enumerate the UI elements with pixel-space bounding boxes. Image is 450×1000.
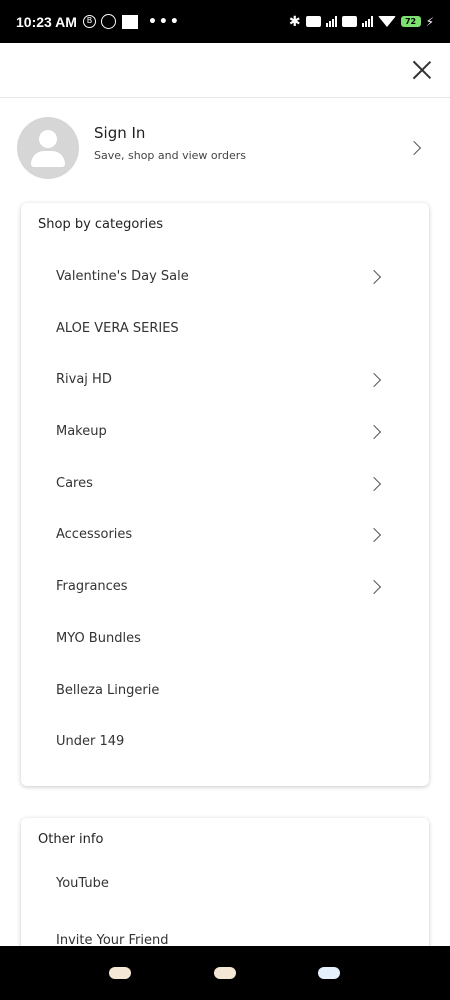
chevron-right-icon — [366, 580, 382, 595]
wifi-icon — [377, 16, 396, 27]
system-nav-bar — [0, 946, 450, 1000]
nav-recents-button[interactable] — [109, 967, 131, 979]
user-head-icon — [39, 130, 57, 148]
category-label: Fragrances — [56, 579, 128, 595]
other-info-title: Other info — [38, 832, 104, 847]
category-label: Belleza Lingerie — [56, 682, 160, 698]
chevron-right-icon — [366, 373, 382, 388]
category-item-cares[interactable]: Cares — [21, 458, 429, 510]
charging-icon: ⚡ — [425, 14, 434, 29]
user-body-icon — [31, 151, 65, 167]
category-item-rivaj-hd[interactable]: Rivaj HD — [21, 354, 429, 406]
status-bar: 10:23 AM B ••• ✱ 72 ⚡ — [0, 0, 450, 43]
chevron-right-icon — [366, 424, 382, 440]
chevron-right-icon — [366, 269, 382, 285]
more-dots-icon: ••• — [147, 13, 181, 30]
category-label: Cares — [56, 475, 93, 491]
category-item-accessories[interactable]: Accessories — [21, 509, 429, 561]
news-icon — [121, 14, 138, 29]
category-label: Makeup — [56, 424, 107, 440]
categories-card: Shop by categories Valentine's Day Sale … — [21, 203, 429, 786]
close-icon[interactable] — [412, 60, 432, 80]
category-list: Valentine's Day Sale ALOE VERA SERIES Ri… — [21, 251, 429, 768]
category-label: Rivaj HD — [56, 372, 112, 388]
signin-title: Sign In — [94, 124, 146, 142]
signin-row[interactable]: Sign In Save, shop and view orders — [0, 98, 450, 198]
category-label: Valentine's Day Sale — [56, 269, 189, 284]
nav-home-button[interactable] — [214, 967, 236, 979]
category-label: ALOE VERA SERIES — [56, 320, 179, 336]
category-item-myo-bundles[interactable]: MYO Bundles — [21, 613, 429, 665]
chevron-right-icon — [406, 140, 422, 156]
status-indicators: ✱ 72 ⚡ — [289, 14, 434, 30]
categories-title: Shop by categories — [38, 217, 164, 232]
category-item-valentines-day-sale[interactable]: Valentine's Day Sale — [21, 251, 429, 303]
signin-subtitle: Save, shop and view orders — [94, 149, 246, 162]
category-item-belleza-lingerie[interactable]: Belleza Lingerie — [21, 665, 429, 717]
volte-icon-2 — [341, 16, 357, 27]
other-item-youtube[interactable]: YouTube — [56, 876, 109, 891]
signal-icon-2 — [361, 16, 373, 27]
signal-icon — [325, 16, 337, 27]
category-item-aloe-vera-series[interactable]: ALOE VERA SERIES — [21, 303, 429, 355]
nav-back-button[interactable] — [318, 967, 340, 979]
bluetooth-icon: ✱ — [288, 13, 301, 30]
chevron-right-icon — [366, 476, 382, 491]
category-label: Accessories — [56, 527, 133, 543]
chevron-right-icon — [366, 528, 382, 543]
menu-header — [0, 43, 450, 98]
category-label: MYO Bundles — [56, 630, 141, 646]
category-item-under-149[interactable]: Under 149 — [21, 716, 429, 768]
status-time: 10:23 AM — [16, 13, 77, 30]
avatar — [17, 117, 79, 179]
battery-icon: 72 — [400, 16, 421, 27]
category-label: Under 149 — [56, 734, 125, 750]
whatsapp-icon — [100, 14, 116, 29]
category-item-fragrances[interactable]: Fragrances — [21, 561, 429, 613]
notification-badge-icon: B — [82, 15, 96, 28]
category-item-makeup[interactable]: Makeup — [21, 406, 429, 458]
volte-icon — [305, 16, 321, 27]
